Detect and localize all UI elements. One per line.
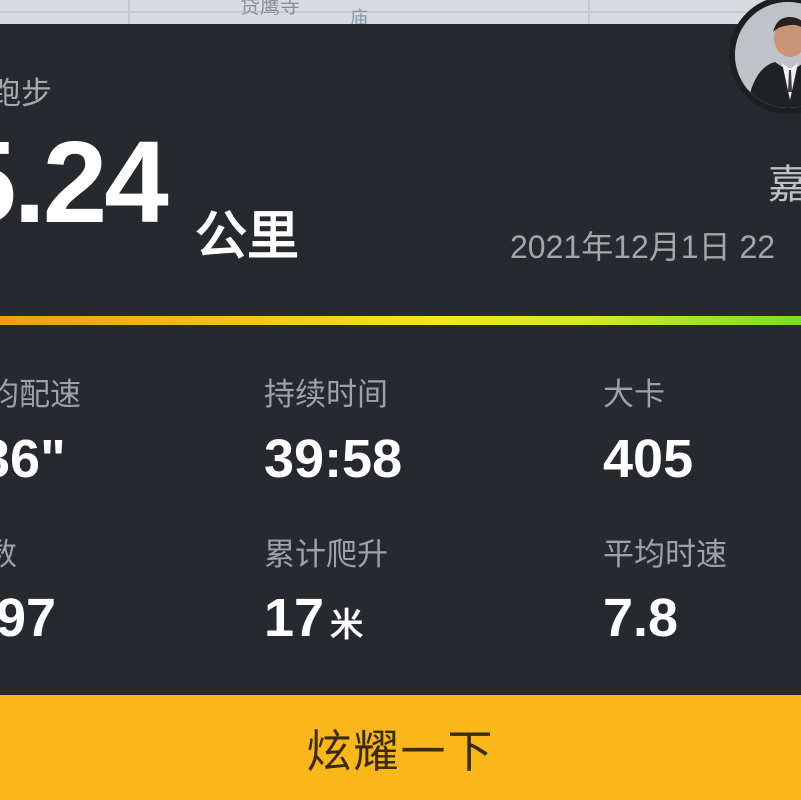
elevation-gain-number: 17 <box>264 588 325 648</box>
avatar-photo-icon <box>735 2 801 108</box>
map-road <box>588 0 590 24</box>
avg-pace-value: 36" <box>0 429 66 489</box>
distance-value: 5.24 <box>0 117 169 247</box>
user-name: 嘉 <box>768 162 801 208</box>
map-place-label: 贷鹰寺 <box>240 0 300 18</box>
run-summary-card: 跑步 5.24 公里 嘉 2021年12月1日 22 均配速 36" 持续时间 … <box>0 0 801 695</box>
steps-value: 97 <box>0 588 57 648</box>
map-place-label: 庙 <box>350 8 368 24</box>
elevation-gain-label: 累计爬升 <box>264 537 388 573</box>
map-road <box>0 11 801 13</box>
elevation-gain-value: 17 米 <box>264 591 363 645</box>
share-button-label: 炫耀一下 <box>306 726 495 777</box>
route-map[interactable]: 贷鹰寺 庙 <box>0 0 801 24</box>
pace-gradient-bar <box>0 316 801 325</box>
avg-speed-label: 平均时速 <box>603 537 727 573</box>
run-summary-screen: 贷鹰寺 庙 跑步 5.24 公里 嘉 2021年12月1日 22 均配速 36"… <box>0 0 801 800</box>
duration-value: 39:58 <box>264 429 403 489</box>
avg-speed-value: 7.8 <box>603 588 679 648</box>
map-road <box>128 0 130 24</box>
calories-value: 405 <box>603 429 694 489</box>
elevation-gain-unit: 米 <box>330 605 364 644</box>
calories-label: 大卡 <box>603 377 665 413</box>
duration-label: 持续时间 <box>264 377 388 413</box>
distance-unit: 公里 <box>195 207 300 267</box>
activity-datetime: 2021年12月1日 22 <box>510 229 776 265</box>
activity-type-label: 跑步 <box>0 76 52 112</box>
steps-label: 数 <box>0 537 17 573</box>
share-button[interactable]: 炫耀一下 <box>0 695 801 800</box>
avg-pace-label: 均配速 <box>0 377 81 413</box>
